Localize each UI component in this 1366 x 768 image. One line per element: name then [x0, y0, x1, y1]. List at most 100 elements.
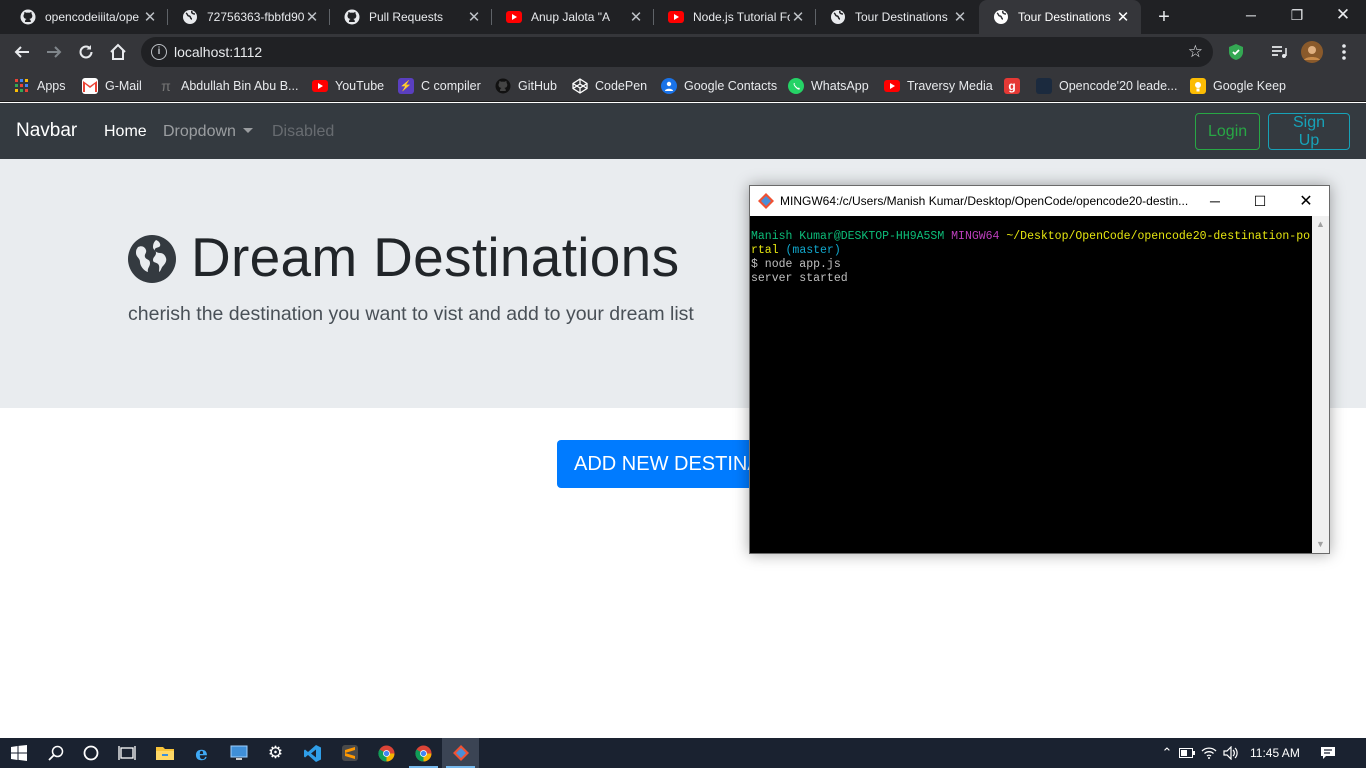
login-button[interactable]: Login — [1195, 113, 1260, 150]
wifi-icon[interactable] — [1198, 747, 1220, 759]
arrow-left-icon — [14, 46, 29, 58]
url-input[interactable] — [174, 37, 1074, 67]
notification-icon[interactable] — [1316, 746, 1340, 760]
info-icon[interactable]: i — [151, 44, 167, 60]
cortana-circle-icon — [83, 745, 98, 761]
shield-icon — [1229, 44, 1243, 60]
battery-icon[interactable] — [1176, 748, 1198, 758]
bookmark-whatsapp[interactable]: WhatsApp — [788, 76, 869, 96]
tab-title: Pull Requests — [369, 10, 444, 24]
address-bar[interactable]: i ☆ — [141, 37, 1213, 67]
clock-time[interactable]: 11:45 AM — [1250, 746, 1306, 760]
prompt-shell: MINGW64 — [951, 230, 1000, 243]
windows-taskbar: e ⚙ ⌃ 11:45 AM — [0, 738, 1366, 768]
bookmark-c-compiler[interactable]: ⚡ C compiler — [398, 76, 481, 96]
browser-tab[interactable]: Node.js Tutorial Fo ✕ — [654, 0, 816, 34]
extension-shield-button[interactable] — [1222, 38, 1250, 66]
bookmark-opencode[interactable]: Opencode'20 leade... — [1036, 76, 1177, 96]
avatar-icon — [1301, 41, 1323, 63]
profile-avatar[interactable] — [1298, 38, 1326, 66]
scroll-up-icon[interactable]: ▲ — [1312, 216, 1329, 233]
cortana-button[interactable] — [72, 738, 109, 768]
task-view-icon — [117, 746, 136, 760]
reload-button[interactable] — [72, 38, 100, 66]
bookmark-traversy-media[interactable]: Traversy Media — [884, 76, 993, 96]
bookmark-google-contacts[interactable]: Google Contacts — [661, 76, 777, 96]
close-icon[interactable]: ✕ — [304, 8, 320, 26]
new-tab-button[interactable]: + — [1153, 6, 1175, 28]
start-button[interactable] — [0, 738, 37, 768]
volume-icon[interactable] — [1220, 746, 1242, 760]
chrome-menu-button[interactable] — [1330, 38, 1358, 66]
settings-button[interactable]: ⚙ — [257, 738, 294, 768]
terminal-window[interactable]: MINGW64:/c/Users/Manish Kumar/Desktop/Op… — [749, 185, 1330, 554]
bookmark-abdullah[interactable]: π Abdullah Bin Abu B... — [158, 76, 298, 96]
terminal-scrollbar[interactable]: ▲ ▼ — [1312, 216, 1329, 553]
sublime-button[interactable] — [331, 738, 368, 768]
whatsapp-icon — [788, 78, 804, 94]
bookmark-star-icon[interactable]: ☆ — [1188, 42, 1203, 62]
terminal-titlebar[interactable]: MINGW64:/c/Users/Manish Kumar/Desktop/Op… — [750, 186, 1329, 216]
maximize-button[interactable]: ❐ — [1274, 0, 1320, 30]
bookmark-google-keep[interactable]: Google Keep — [1190, 76, 1286, 96]
browser-tab[interactable]: Anup Jalota "A ✕ — [492, 0, 654, 34]
browser-tab-active[interactable]: Tour Destinations ✕ — [979, 0, 1141, 34]
bookmark-gmail[interactable]: G-Mail — [82, 76, 142, 96]
bookmark-youtube[interactable]: YouTube — [312, 76, 384, 96]
home-button[interactable] — [104, 38, 132, 66]
terminal-close-button[interactable]: ✕ — [1283, 186, 1329, 216]
close-icon[interactable]: ✕ — [142, 8, 158, 26]
bookmark-g[interactable]: g — [1004, 76, 1027, 96]
globe-icon — [128, 235, 176, 283]
browser-tab-strip: opencodeiiita/ope ✕ 72756363-fbbfd90 ✕ P… — [0, 0, 1366, 34]
close-window-button[interactable]: ✕ — [1320, 0, 1366, 30]
vscode-button[interactable] — [294, 738, 331, 768]
bookmark-label: Apps — [37, 79, 66, 93]
file-explorer-button[interactable] — [146, 738, 183, 768]
browser-tab[interactable]: opencodeiiita/ope ✕ — [6, 0, 168, 34]
windows-logo-icon — [10, 745, 27, 761]
edge-button[interactable]: e — [183, 738, 220, 768]
monitor-icon — [230, 745, 247, 760]
nav-home-link[interactable]: Home — [104, 123, 147, 141]
bookmark-label: Abdullah Bin Abu B... — [181, 79, 299, 93]
bookmark-label: YouTube — [335, 79, 385, 93]
bookmark-github[interactable]: GitHub — [495, 76, 557, 96]
terminal-command: $ node app.js — [751, 258, 841, 271]
task-view-button[interactable] — [108, 738, 145, 768]
nav-dropdown-toggle[interactable]: Dropdown — [163, 123, 253, 141]
terminal-output[interactable]: Manish Kumar@DESKTOP-HH9A5SM MINGW64 ~/D… — [750, 216, 1312, 553]
tab-title: Tour Destinations — [1018, 10, 1111, 24]
browser-tab[interactable]: Tour Destinations ✕ — [816, 0, 978, 34]
media-queue-button[interactable] — [1265, 38, 1293, 66]
close-icon[interactable]: ✕ — [790, 8, 806, 26]
terminal-maximize-button[interactable]: ☐ — [1237, 186, 1283, 216]
search-icon — [47, 745, 63, 761]
kebab-menu-icon — [1342, 44, 1346, 60]
git-bash-taskbar-button[interactable] — [442, 738, 479, 768]
bookmark-codepen[interactable]: CodePen — [572, 76, 647, 96]
close-icon[interactable]: ✕ — [466, 8, 482, 26]
g-red-icon: g — [1004, 78, 1020, 94]
close-icon[interactable]: ✕ — [1115, 8, 1131, 26]
forward-button[interactable] — [40, 38, 68, 66]
chevron-up-icon[interactable]: ⌃ — [1158, 745, 1176, 761]
navbar-brand[interactable]: Navbar — [16, 120, 77, 142]
minimize-button[interactable]: ─ — [1228, 0, 1274, 30]
bookmark-apps[interactable]: Apps — [14, 76, 66, 96]
signup-button[interactable]: Sign Up — [1268, 113, 1350, 150]
browser-tab[interactable]: Pull Requests ✕ — [330, 0, 492, 34]
terminal-minimize-button[interactable]: ─ — [1192, 186, 1238, 216]
scroll-down-icon[interactable]: ▼ — [1312, 536, 1329, 553]
back-button[interactable] — [8, 38, 36, 66]
reload-icon — [79, 45, 93, 59]
chrome-running-button[interactable] — [405, 738, 442, 768]
desktop-app-button[interactable] — [220, 738, 257, 768]
browser-tab[interactable]: 72756363-fbbfd90 ✕ — [168, 0, 330, 34]
tab-title: Tour Destinations — [855, 10, 948, 24]
search-button[interactable] — [37, 738, 74, 768]
close-icon[interactable]: ✕ — [628, 8, 644, 26]
chrome-button[interactable] — [368, 738, 405, 768]
close-icon[interactable]: ✕ — [952, 8, 968, 26]
globe-icon — [830, 9, 846, 25]
